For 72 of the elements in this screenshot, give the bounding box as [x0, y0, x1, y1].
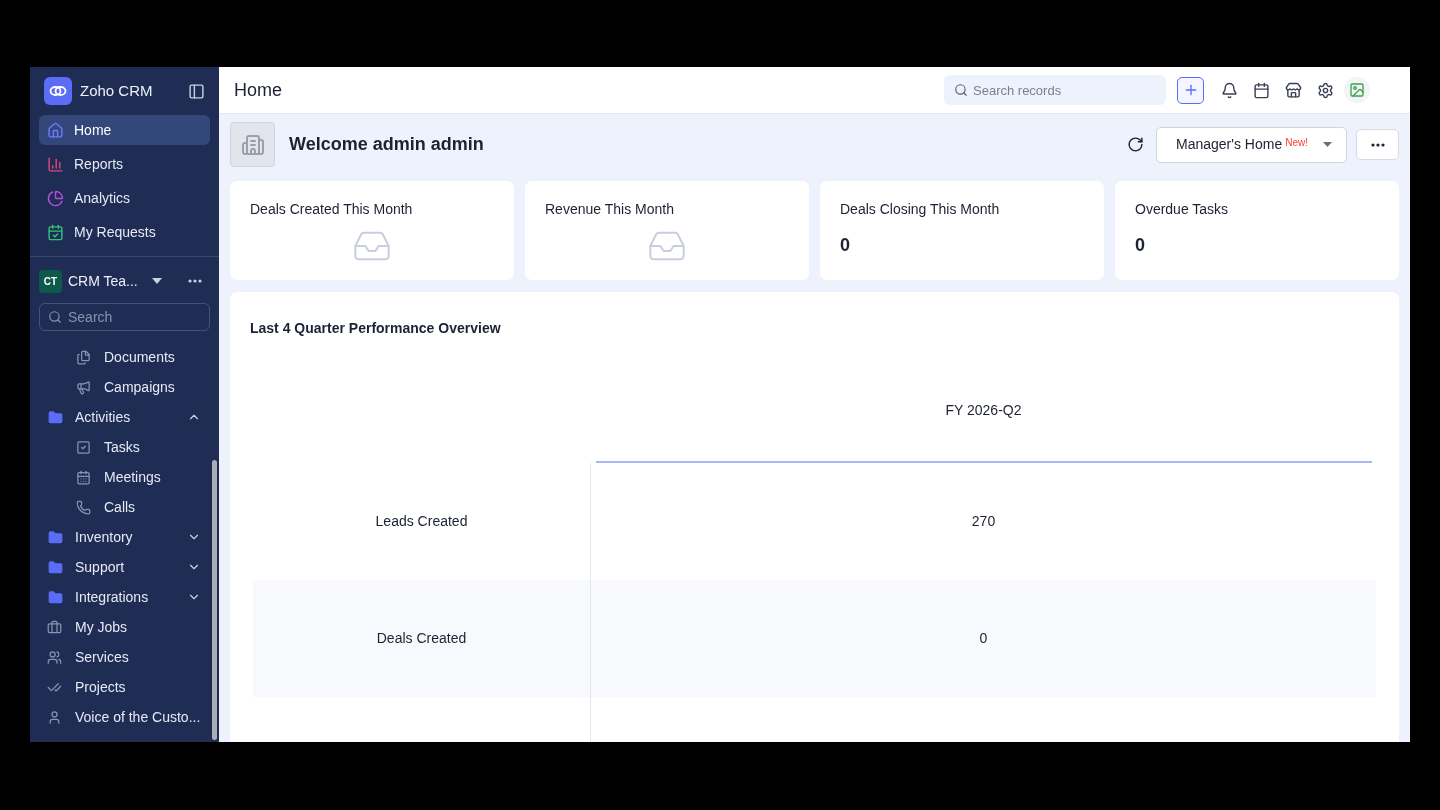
view-dropdown[interactable]: Manager's Home New! — [1156, 126, 1347, 163]
sidebar-toggle-icon[interactable] — [188, 82, 205, 100]
search-records-field[interactable]: Search records — [944, 75, 1166, 105]
sidebar-item[interactable]: Services — [30, 642, 219, 672]
calendar-check-icon — [47, 223, 64, 241]
card-value: 0 — [1135, 234, 1146, 257]
megaphone-icon — [76, 379, 91, 395]
search-icon — [48, 310, 62, 324]
calendar-icon — [76, 469, 91, 485]
person-icon — [47, 709, 62, 725]
briefcase-icon — [47, 619, 62, 635]
bell-icon[interactable] — [1221, 81, 1238, 99]
phone-icon — [76, 499, 91, 515]
new-label: New! — [1285, 135, 1308, 150]
search-icon — [954, 83, 968, 97]
documents-icon — [76, 349, 91, 365]
folder-icon — [48, 409, 63, 425]
sidebar-item[interactable]: Projects — [30, 672, 219, 702]
nav-item[interactable]: Home — [39, 115, 210, 145]
company-icon — [230, 122, 275, 167]
checkbox-icon — [76, 439, 91, 455]
more-icon[interactable] — [188, 279, 202, 283]
sidebar-item[interactable]: Tasks — [30, 432, 219, 462]
panel-title: Last 4 Quarter Performance Overview — [250, 319, 502, 338]
card-title: Revenue This Month — [545, 200, 675, 219]
nav-item[interactable]: My Requests — [39, 217, 210, 247]
sidebar-folder[interactable]: Activities — [30, 402, 219, 432]
sidebar-item[interactable]: Campaigns — [30, 372, 219, 402]
folder-icon — [48, 589, 63, 605]
logo-icon — [44, 77, 72, 105]
folder-icon — [48, 529, 63, 545]
row-label: Deals Created — [376, 629, 467, 648]
team-badge: CT — [39, 269, 62, 293]
pie-chart-icon — [47, 189, 64, 207]
store-icon[interactable] — [1285, 81, 1302, 99]
welcome-text: Welcome admin admin — [289, 133, 485, 156]
sidebar-item[interactable]: Calls — [30, 492, 219, 522]
more-icon — [1370, 142, 1385, 147]
row-label: Leads Created — [375, 512, 468, 531]
caret-icon — [1323, 142, 1332, 147]
table-cell-text: 270 — [971, 512, 996, 531]
card-value: 0 — [840, 234, 851, 257]
avatar[interactable] — [1344, 77, 1370, 103]
card-title: Deals Closing This Month — [840, 200, 1001, 219]
calendar-icon[interactable] — [1253, 81, 1270, 99]
home-icon — [47, 121, 64, 139]
team-name[interactable]: CRM Tea... — [68, 270, 152, 292]
card-title: Deals Created This Month — [250, 200, 414, 219]
people-icon — [47, 649, 62, 665]
nav-item[interactable]: Analytics — [39, 183, 210, 213]
dropdown-icon[interactable] — [152, 278, 162, 284]
bar-chart-icon — [47, 155, 64, 173]
sidebar-folder[interactable]: Integrations — [30, 582, 219, 612]
table-cell-text: 0 — [979, 629, 988, 648]
sidebar-search-field[interactable]: Search — [39, 303, 210, 331]
sidebar-folder[interactable]: Support — [30, 552, 219, 582]
scrollbar[interactable] — [212, 460, 217, 740]
image-icon — [1349, 82, 1365, 98]
sidebar-item[interactable]: My Jobs — [30, 612, 219, 642]
sidebar-item[interactable]: Voice of the Custo... — [30, 702, 219, 732]
settings-icon[interactable] — [1317, 81, 1334, 99]
refresh-icon[interactable] — [1127, 136, 1144, 153]
card-title: Overdue Tasks — [1135, 200, 1230, 219]
page-title: Home — [234, 78, 283, 102]
column-header: FY 2026-Q2 — [945, 401, 1022, 420]
sidebar-folder[interactable]: Inventory — [30, 522, 219, 552]
nav-item[interactable]: Reports — [39, 149, 210, 179]
sidebar-item[interactable]: Meetings — [30, 462, 219, 492]
app-name: Zoho CRM — [80, 80, 154, 101]
add-button[interactable] — [1177, 76, 1204, 104]
sidebar-item[interactable]: Documents — [30, 342, 219, 372]
folder-icon — [48, 559, 63, 575]
